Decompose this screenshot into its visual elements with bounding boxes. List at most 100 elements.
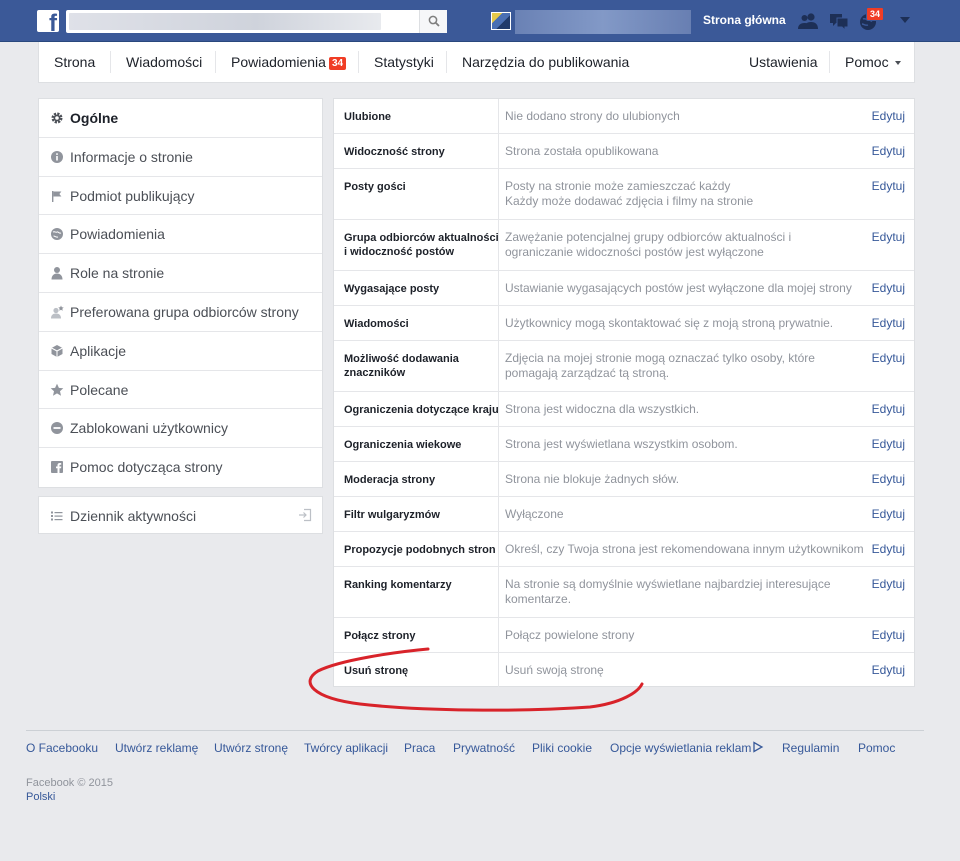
cube-icon xyxy=(51,344,63,357)
person-star-icon xyxy=(51,305,64,319)
sidebar-item-zablokowani[interactable]: Zablokowani użytkownicy xyxy=(39,409,322,449)
search-input[interactable] xyxy=(66,10,447,33)
facebook-logo-icon[interactable]: f xyxy=(37,10,59,32)
nav-divider xyxy=(215,51,216,73)
sidebar-item-podmiot[interactable]: Podmiot publikujący xyxy=(39,177,322,216)
sidebar-item-polecane[interactable]: Polecane xyxy=(39,371,322,410)
nav-narzedzia[interactable]: Narzędzia do publikowania xyxy=(462,42,629,82)
page-avatar[interactable] xyxy=(491,12,511,30)
edit-link[interactable]: Edytuj xyxy=(872,663,905,677)
footer-link-privacy[interactable]: Prywatność xyxy=(453,741,515,755)
setting-value: Posty na stronie może zamieszczać każdy … xyxy=(505,179,754,208)
edit-link[interactable]: Edytuj xyxy=(872,179,905,193)
setting-row-moderacja[interactable]: Moderacja strony Strona nie blokuje żadn… xyxy=(334,462,914,497)
nav-divider xyxy=(829,51,830,73)
edit-link[interactable]: Edytuj xyxy=(872,316,905,330)
setting-label: Usuń stronę xyxy=(344,665,409,677)
search-icon xyxy=(428,15,440,27)
footer-link-about[interactable]: O Facebooku xyxy=(26,741,98,755)
edit-link[interactable]: Edytuj xyxy=(872,472,905,486)
friend-requests-icon[interactable] xyxy=(797,10,819,32)
setting-row-usun-strone[interactable]: Usuń stronę Usuń swoją stronę Edytuj xyxy=(334,653,914,687)
setting-row-filtr-wulgaryzmow[interactable]: Filtr wulgaryzmów Wyłączone Edytuj xyxy=(334,497,914,532)
sidebar-item-label: Powiadomienia xyxy=(70,226,165,243)
nav-statystyki[interactable]: Statystyki xyxy=(374,42,434,82)
gear-icon xyxy=(51,112,63,124)
sidebar-item-pomoc-strony[interactable]: Pomoc dotycząca strony xyxy=(39,448,322,487)
messages-icon[interactable] xyxy=(828,10,850,32)
footer-link-ad-choices-label: Opcje wyświetlania reklam xyxy=(610,741,752,755)
setting-row-grupa-odbiorcow[interactable]: Grupa odbiorców aktualności i widoczność… xyxy=(334,220,914,271)
footer-link-cookies[interactable]: Pliki cookie xyxy=(532,741,592,755)
edit-link[interactable]: Edytuj xyxy=(872,507,905,521)
setting-value: Połącz powielone strony xyxy=(505,628,635,642)
sidebar-item-informacje[interactable]: Informacje o stronie xyxy=(39,138,322,177)
edit-link[interactable]: Edytuj xyxy=(872,577,905,591)
account-menu-caret-icon[interactable] xyxy=(900,17,910,23)
footer-link-create-ad[interactable]: Utwórz reklamę xyxy=(115,741,198,755)
flag-icon xyxy=(52,190,62,202)
setting-row-ograniczenia-wiekowe[interactable]: Ograniczenia wiekowe Strona jest wyświet… xyxy=(334,427,914,462)
nav-wiadomosci[interactable]: Wiadomości xyxy=(126,42,202,82)
sidebar-item-powiadomienia[interactable]: Powiadomienia xyxy=(39,215,322,255)
nav-strona[interactable]: Strona xyxy=(54,42,95,82)
setting-value: Zawężanie potencjalnej grupy odbiorców a… xyxy=(505,230,792,259)
setting-row-ulubione[interactable]: Ulubione Nie dodano strony do ulubionych… xyxy=(334,99,914,134)
footer-link-terms[interactable]: Regulamin xyxy=(782,741,839,755)
edit-link[interactable]: Edytuj xyxy=(872,542,905,556)
setting-label: Połącz strony xyxy=(344,630,416,642)
open-external-icon xyxy=(299,508,312,522)
setting-label: Możliwość dodawania znaczników xyxy=(344,353,459,379)
edit-link[interactable]: Edytuj xyxy=(872,402,905,416)
setting-row-znaczniki[interactable]: Możliwość dodawania znaczników Zdjęcia n… xyxy=(334,341,914,392)
home-link[interactable]: Strona główna xyxy=(703,13,786,27)
setting-value: Wyłączone xyxy=(505,507,564,521)
footer-link-careers[interactable]: Praca xyxy=(404,741,435,755)
list-icon xyxy=(51,511,63,521)
setting-row-ranking-komentarzy[interactable]: Ranking komentarzy Na stronie są domyśln… xyxy=(334,567,914,618)
setting-row-propozycje[interactable]: Propozycje podobnych stron Określ, czy T… xyxy=(334,532,914,567)
footer-link-ad-choices[interactable]: Opcje wyświetlania reklam xyxy=(610,741,764,755)
nav-powiadomienia-label: Powiadomienia xyxy=(231,54,326,70)
person-icon xyxy=(51,267,63,280)
setting-label: Wygasające posty xyxy=(344,283,440,295)
page-name-redacted[interactable] xyxy=(515,10,691,34)
language-link[interactable]: Polski xyxy=(26,791,55,803)
sidebar-item-preferowana-grupa[interactable]: Preferowana grupa odbiorców strony xyxy=(39,293,322,332)
sidebar-item-ogolne[interactable]: Ogólne xyxy=(39,99,322,138)
setting-value: Strona została opublikowana xyxy=(505,144,659,158)
activity-log-link[interactable]: Dziennik aktywności xyxy=(38,496,323,534)
nav-pomoc[interactable]: Pomoc xyxy=(845,42,901,82)
settings-sidebar: Ogólne Informacje o stronie Podmiot publ… xyxy=(38,98,323,488)
nav-divider xyxy=(358,51,359,73)
footer-link-create-page[interactable]: Utwórz stronę xyxy=(214,741,288,755)
edit-link[interactable]: Edytuj xyxy=(872,437,905,451)
footer-link-help[interactable]: Pomoc xyxy=(858,741,895,755)
info-icon xyxy=(51,150,63,163)
sidebar-item-role[interactable]: Role na stronie xyxy=(39,254,322,293)
footer-link-developers[interactable]: Twórcy aplikacji xyxy=(304,741,388,755)
notification-count-badge[interactable]: 34 xyxy=(866,7,885,21)
setting-row-posty-gosci[interactable]: Posty gości Posty na stronie może zamies… xyxy=(334,169,914,220)
footer-divider xyxy=(26,730,924,731)
nav-powiadomienia[interactable]: Powiadomienia 34 xyxy=(231,42,347,82)
edit-link[interactable]: Edytuj xyxy=(872,281,905,295)
setting-row-polacz-strony[interactable]: Połącz strony Połącz powielone strony Ed… xyxy=(334,618,914,653)
setting-row-wygasajace-posty[interactable]: Wygasające posty Ustawianie wygasających… xyxy=(334,271,914,306)
edit-link[interactable]: Edytuj xyxy=(872,628,905,642)
edit-link[interactable]: Edytuj xyxy=(872,230,905,244)
nav-ustawienia[interactable]: Ustawienia xyxy=(749,42,817,82)
setting-label: Ulubione xyxy=(344,111,392,123)
setting-row-widocznosc[interactable]: Widoczność strony Strona została opublik… xyxy=(334,134,914,169)
setting-row-ograniczenia-kraju[interactable]: Ograniczenia dotyczące kraju Strona jest… xyxy=(334,392,914,427)
sidebar-item-label: Aplikacje xyxy=(70,342,127,359)
edit-link[interactable]: Edytuj xyxy=(872,351,905,365)
edit-link[interactable]: Edytuj xyxy=(872,109,905,123)
edit-link[interactable]: Edytuj xyxy=(872,144,905,158)
chevron-down-icon xyxy=(894,61,901,65)
search-button[interactable] xyxy=(419,10,447,33)
sidebar-item-aplikacje[interactable]: Aplikacje xyxy=(39,332,322,371)
nav-pomoc-label: Pomoc xyxy=(845,54,889,70)
setting-row-wiadomosci[interactable]: Wiadomości Użytkownicy mogą skontaktować… xyxy=(334,306,914,341)
setting-label: Ograniczenia dotyczące kraju xyxy=(344,404,499,416)
